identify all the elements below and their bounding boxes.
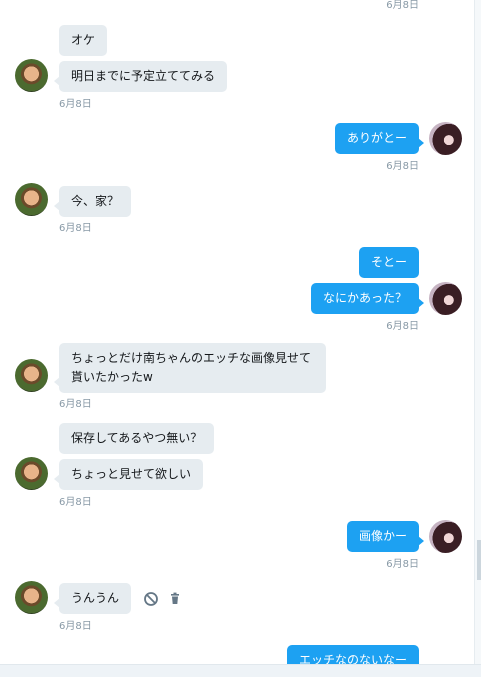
message-bubble[interactable]: 保存してあるやつ無い？ [59,423,215,454]
message-bubble[interactable]: ちょっとだけ南ちゃんのエッチな画像見せて貰いたかったw [54,343,326,393]
message-bubble[interactable]: 明日までに予定立ててみる [53,61,228,92]
timestamp: 6月8日 [59,223,92,234]
timestamp: 6月8日 [59,497,92,508]
message-bubble[interactable]: ありがとー [335,123,425,154]
timestamp: 6月8日 [386,559,419,570]
timestamp: 6月8日 [59,399,92,410]
contact-avatar[interactable] [15,457,48,490]
conversation-panel: 6月8日 オケ 明日までに予定立ててみる 6月8日 ありがとー 6月8日 今、家… [0,0,475,676]
message-bubble[interactable]: オケ [59,25,108,56]
user-avatar[interactable] [429,282,462,315]
message-actions [143,591,183,607]
contact-avatar[interactable] [15,183,48,216]
message-bubble[interactable]: 今、家？ [53,186,132,217]
block-icon[interactable] [143,591,159,607]
message-bubble[interactable]: なにかあった？ [311,283,425,314]
timestamp: 6月8日 [386,161,419,172]
timestamp: 6月8日 [59,99,92,110]
trash-icon[interactable] [167,591,183,607]
user-avatar[interactable] [429,520,462,553]
timestamp: 6月8日 [386,321,419,332]
contact-avatar[interactable] [15,59,48,92]
message-bubble[interactable]: ちょっと見せて欲しい [53,459,204,490]
message-bubble[interactable]: そとー [359,247,420,278]
scrollbar-thumb[interactable] [477,540,481,580]
contact-avatar[interactable] [15,581,48,614]
message-bubble[interactable]: 画像かー [347,521,425,552]
timestamp: 6月8日 [386,0,419,11]
timestamp: 6月8日 [59,621,92,632]
contact-avatar[interactable] [15,359,48,392]
message-bubble[interactable]: うんうん [53,583,132,614]
user-avatar[interactable] [429,122,462,155]
composer-bar [0,664,481,677]
